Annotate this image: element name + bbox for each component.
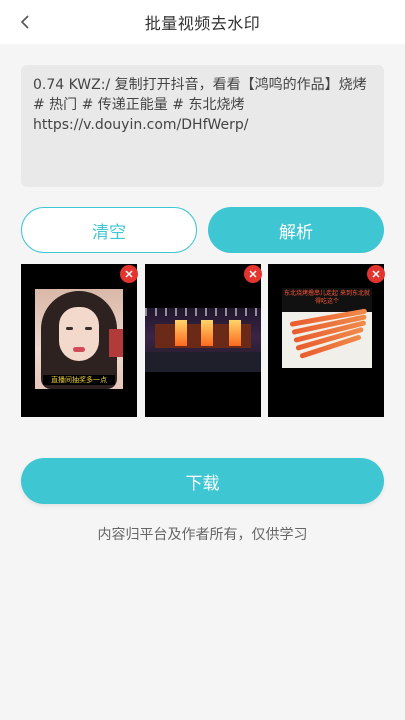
thumbnail-image: 直播间抽奖多一点 [35,289,123,389]
video-thumbnail[interactable]: 直播间抽奖多一点 [21,264,138,417]
download-button[interactable]: 下载 [21,458,384,504]
video-thumbnail[interactable] [145,264,262,417]
back-button[interactable] [10,8,40,36]
share-link-input[interactable]: 0.74 KWZ:/ 复制打开抖音，看看【鸿鸣的作品】烧烤 # 热门 # 传递正… [21,65,384,187]
close-icon [249,270,257,278]
thumbnail-banner: 东北烧烤撸串儿走起 来到东北就得吃这个 [282,288,372,312]
clear-button[interactable]: 清空 [21,207,197,253]
parse-button[interactable]: 解析 [208,207,384,253]
thumbnail-caption: 直播间抽奖多一点 [43,375,115,385]
close-icon [125,270,133,278]
video-thumbnail[interactable]: 东北烧烤撸串儿走起 来到东北就得吃这个 [268,264,385,417]
thumbnail-image: 东北烧烤撸串儿走起 来到东北就得吃这个 [282,288,372,368]
app-header: 批量视频去水印 [0,0,405,44]
disclaimer-text: 内容归平台及作者所有，仅供学习 [97,527,308,543]
remove-thumbnail-button[interactable] [367,265,385,283]
chevron-left-icon [20,15,29,29]
page-title: 批量视频去水印 [144,14,261,33]
thumbnail-image [145,308,261,372]
remove-thumbnail-button[interactable] [120,265,138,283]
close-icon [372,270,380,278]
remove-thumbnail-button[interactable] [244,265,262,283]
